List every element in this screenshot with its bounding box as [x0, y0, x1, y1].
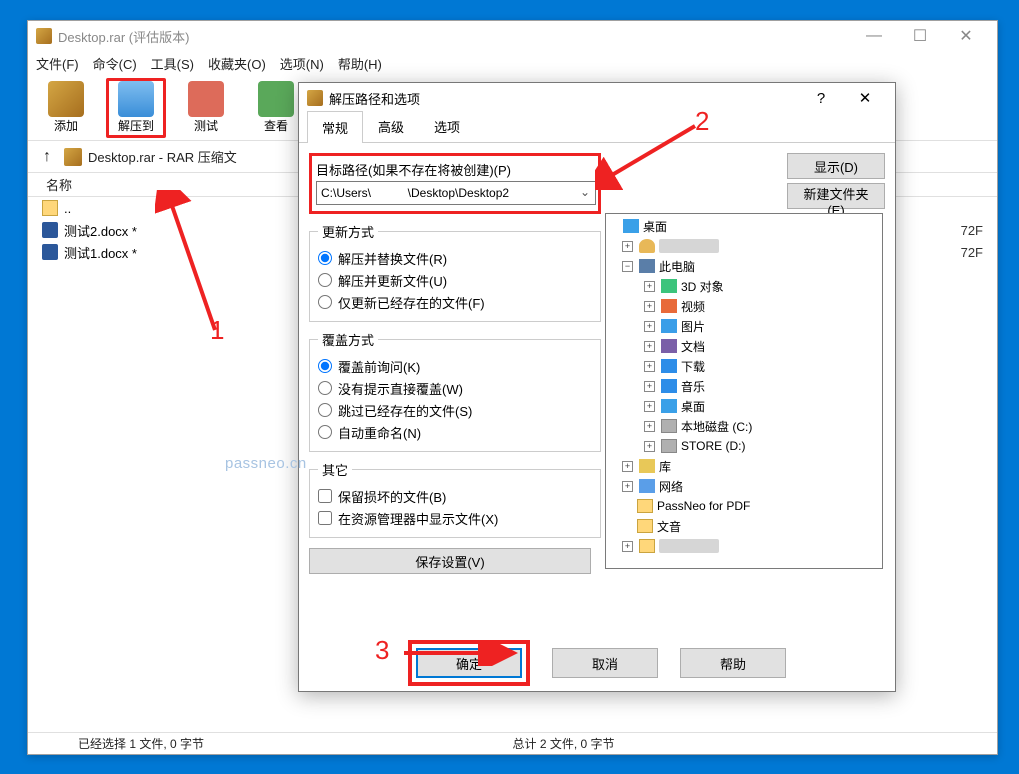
titlebar: Desktop.rar (评估版本) — ☐ ✕	[28, 21, 997, 51]
expand-icon[interactable]: +	[644, 381, 655, 392]
rar-icon	[64, 148, 82, 166]
expand-icon[interactable]: +	[644, 361, 655, 372]
tool-add[interactable]: 添加	[36, 78, 96, 138]
expand-icon[interactable]: +	[622, 481, 633, 492]
save-settings-button[interactable]: 保存设置(V)	[309, 548, 591, 574]
ok-button[interactable]: 确定	[416, 648, 522, 678]
show-button[interactable]: 显示(D)	[787, 153, 885, 179]
user-icon	[639, 239, 655, 253]
cancel-button[interactable]: 取消	[552, 648, 658, 678]
expand-icon[interactable]: +	[644, 281, 655, 292]
music-icon	[661, 379, 677, 393]
nav-up-icon[interactable]: ↑	[36, 148, 58, 166]
folder-icon	[637, 519, 653, 533]
expand-icon[interactable]: +	[622, 461, 633, 472]
ok-highlight: 确定	[408, 640, 530, 686]
radio-ask-before-overwrite[interactable]: 覆盖前询问(K)	[318, 355, 592, 377]
expand-icon[interactable]: +	[644, 441, 655, 452]
app-icon	[36, 28, 52, 44]
destination-path-label: 目标路径(如果不存在将被创建)(P)	[316, 160, 596, 179]
new-folder-button[interactable]: 新建文件夹(E)	[787, 183, 885, 209]
expand-icon[interactable]: +	[622, 541, 633, 552]
app-icon	[307, 90, 323, 106]
pc-icon	[639, 259, 655, 273]
update-mode-group: 更新方式 解压并替换文件(R) 解压并更新文件(U) 仅更新已经存在的文件(F)	[309, 222, 601, 322]
expand-icon[interactable]: +	[644, 321, 655, 332]
dialog-titlebar: 解压路径和选项 ? ✕	[299, 83, 895, 113]
expand-icon[interactable]: +	[644, 421, 655, 432]
tab-options[interactable]: 选项	[419, 110, 475, 142]
destination-path-input[interactable]	[316, 181, 596, 205]
folder-icon	[637, 499, 653, 513]
menu-file[interactable]: 文件(F)	[36, 54, 79, 73]
misc-group: 其它 保留损坏的文件(B) 在资源管理器中显示文件(X)	[309, 460, 601, 538]
documents-icon	[661, 339, 677, 353]
test-icon	[188, 81, 224, 117]
tool-test[interactable]: 测试	[176, 78, 236, 138]
expand-icon[interactable]: +	[644, 341, 655, 352]
help-button[interactable]: 帮助	[680, 648, 786, 678]
extract-icon	[118, 81, 154, 117]
docx-icon	[42, 222, 58, 238]
libraries-icon	[639, 459, 655, 473]
radio-extract-replace[interactable]: 解压并替换文件(R)	[318, 247, 592, 269]
downloads-icon	[661, 359, 677, 373]
status-total: 总计 2 文件, 0 字节	[513, 735, 948, 752]
folder-up-icon	[42, 200, 58, 216]
tab-general[interactable]: 常规	[307, 111, 363, 143]
menu-favorites[interactable]: 收藏夹(O)	[208, 54, 266, 73]
disk-icon	[661, 439, 677, 453]
dialog-close-button[interactable]: ✕	[843, 89, 887, 107]
pictures-icon	[661, 319, 677, 333]
dialog-tabs: 常规 高级 选项	[299, 113, 895, 143]
expand-icon[interactable]: +	[644, 401, 655, 412]
view-icon	[258, 81, 294, 117]
3d-objects-icon	[661, 279, 677, 293]
dialog-title: 解压路径和选项	[329, 89, 799, 108]
collapse-icon[interactable]: −	[622, 261, 633, 272]
tab-advanced[interactable]: 高级	[363, 110, 419, 142]
check-show-explorer[interactable]: 在资源管理器中显示文件(X)	[318, 507, 592, 529]
desktop-icon	[661, 399, 677, 413]
close-button[interactable]: ✕	[943, 21, 989, 51]
network-icon	[639, 479, 655, 493]
docx-icon	[42, 244, 58, 260]
dialog-help-button[interactable]: ?	[799, 90, 843, 107]
tool-view[interactable]: 查看	[246, 78, 306, 138]
archive-icon	[48, 81, 84, 117]
radio-skip-existing[interactable]: 跳过已经存在的文件(S)	[318, 399, 592, 421]
expand-icon[interactable]: +	[622, 241, 633, 252]
tool-extract-to[interactable]: 解压到	[106, 78, 166, 138]
path-section-highlight: 目标路径(如果不存在将被创建)(P)	[309, 153, 601, 214]
extract-dialog: 解压路径和选项 ? ✕ 常规 高级 选项 目标路径(如果不存在将被创建)(P) …	[298, 82, 896, 692]
desktop-icon	[623, 219, 639, 233]
overwrite-mode-group: 覆盖方式 覆盖前询问(K) 没有提示直接覆盖(W) 跳过已经存在的文件(S) 自…	[309, 330, 601, 452]
radio-update-existing[interactable]: 仅更新已经存在的文件(F)	[318, 291, 592, 313]
folder-tree[interactable]: 桌面 +xxxxxx −此电脑 +3D 对象 +视频 +图片 +文档 +下载 +…	[605, 213, 883, 569]
maximize-button[interactable]: ☐	[897, 21, 943, 51]
disk-icon	[661, 419, 677, 433]
status-selected: 已经选择 1 文件, 0 字节	[78, 735, 513, 752]
dialog-footer: 确定 取消 帮助	[299, 635, 895, 691]
window-title: Desktop.rar (评估版本)	[58, 27, 851, 46]
menubar: 文件(F) 命令(C) 工具(S) 收藏夹(O) 选项(N) 帮助(H)	[28, 51, 997, 75]
radio-auto-rename[interactable]: 自动重命名(N)	[318, 421, 592, 443]
folder-icon	[639, 539, 655, 553]
watermark: passneo.cn	[225, 455, 307, 472]
radio-overwrite-no-prompt[interactable]: 没有提示直接覆盖(W)	[318, 377, 592, 399]
video-icon	[661, 299, 677, 313]
menu-tools[interactable]: 工具(S)	[151, 54, 194, 73]
menu-help[interactable]: 帮助(H)	[338, 54, 382, 73]
menu-command[interactable]: 命令(C)	[93, 54, 137, 73]
menu-options[interactable]: 选项(N)	[280, 54, 324, 73]
check-keep-broken[interactable]: 保留损坏的文件(B)	[318, 485, 592, 507]
minimize-button[interactable]: —	[851, 21, 897, 51]
expand-icon[interactable]: +	[644, 301, 655, 312]
radio-extract-update[interactable]: 解压并更新文件(U)	[318, 269, 592, 291]
statusbar: 已经选择 1 文件, 0 字节 总计 2 文件, 0 字节	[28, 732, 997, 754]
